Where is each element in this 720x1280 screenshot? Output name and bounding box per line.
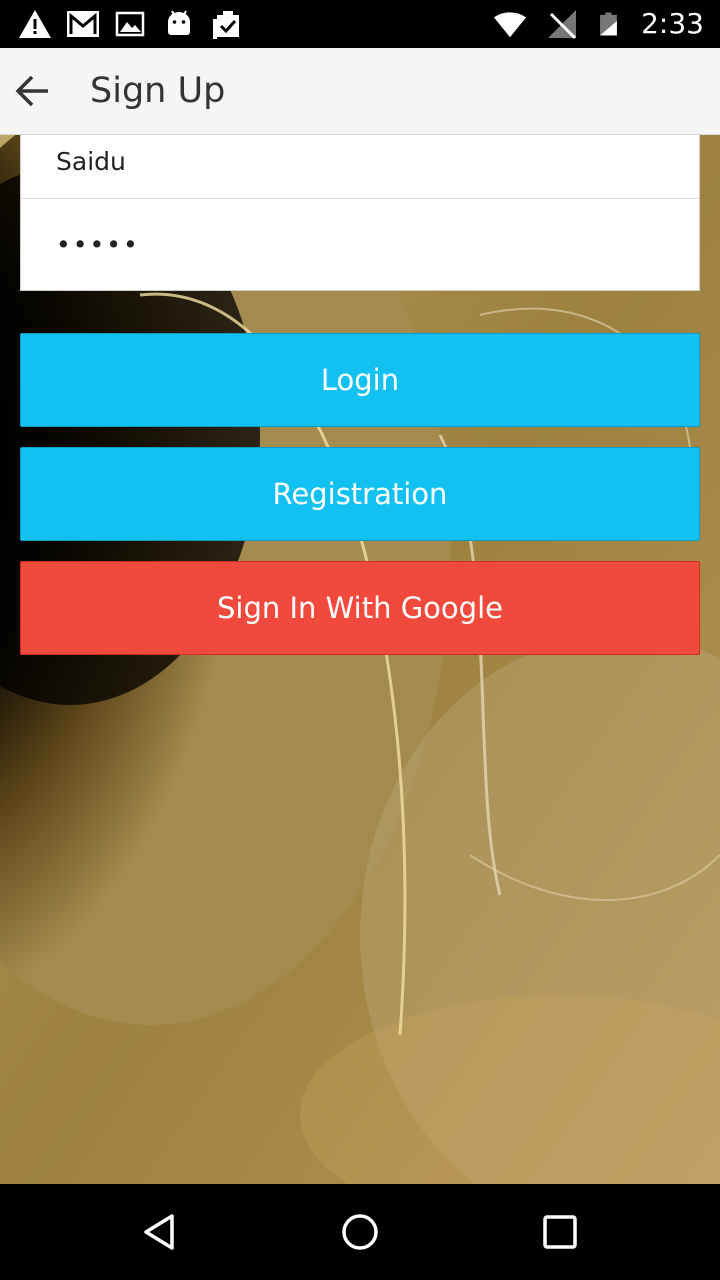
arrow-back-icon[interactable] [10, 68, 56, 114]
status-right-icons: 2:33 [493, 6, 704, 42]
password-input[interactable] [54, 225, 658, 263]
name-field [21, 134, 699, 199]
status-bar: 2:33 [0, 0, 720, 48]
warning-icon [19, 10, 51, 38]
nav-home-icon[interactable] [336, 1208, 384, 1256]
status-left-icons [18, 8, 244, 40]
login-form [20, 134, 700, 291]
app-bar: Sign Up [0, 48, 720, 135]
login-button[interactable]: Login [20, 333, 700, 427]
status-time: 2:33 [641, 7, 704, 40]
navigation-bar [0, 1184, 720, 1280]
android-icon [168, 10, 190, 35]
google-signin-button[interactable]: Sign In With Google [20, 561, 700, 655]
wifi-icon [494, 12, 527, 38]
name-input[interactable] [54, 142, 658, 180]
clipboard-check-icon [213, 11, 239, 39]
password-field [21, 199, 699, 290]
battery-icon [600, 12, 617, 36]
gallery-icon [115, 11, 145, 37]
nav-recents-icon[interactable] [536, 1208, 584, 1256]
gmail-icon [67, 11, 99, 37]
background-image [0, 135, 720, 1184]
registration-button[interactable]: Registration [20, 447, 700, 541]
nav-back-icon[interactable] [136, 1208, 184, 1256]
no-signal-icon [548, 10, 577, 40]
page-title: Sign Up [90, 71, 226, 111]
